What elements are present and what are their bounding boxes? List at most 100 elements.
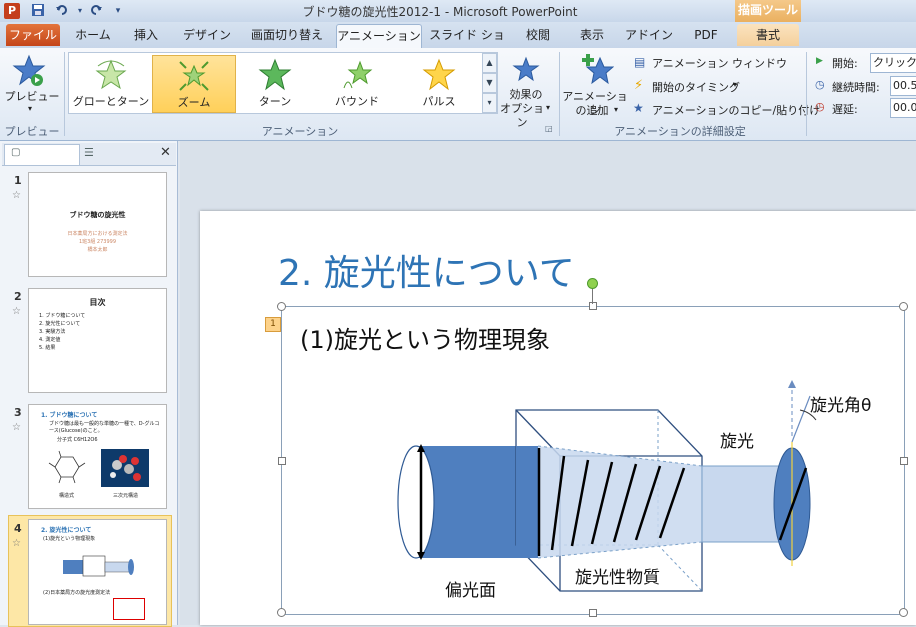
label-polarizing-plane[interactable]: 偏光面 bbox=[445, 576, 496, 601]
start-label: 開始: bbox=[832, 57, 858, 70]
resize-handle[interactable] bbox=[277, 608, 286, 617]
add-animation-button[interactable] bbox=[580, 52, 615, 89]
anim-bounce-label: バウンド bbox=[335, 95, 379, 108]
tab-view[interactable]: 表示 bbox=[570, 24, 614, 46]
tab-home[interactable]: ホーム bbox=[70, 24, 116, 46]
advanced-group-label: アニメーションの詳細設定 bbox=[614, 125, 746, 138]
tab-insert[interactable]: 挿入 bbox=[126, 24, 166, 46]
label-optical-rotation[interactable]: 旋光 bbox=[720, 427, 754, 452]
add-animation-label-2[interactable]: の追加 bbox=[566, 104, 618, 118]
start-icon: ▶ bbox=[816, 56, 823, 66]
add-animation-dropdown-icon[interactable]: ▾ bbox=[614, 105, 618, 114]
undo-icon[interactable] bbox=[54, 3, 70, 19]
outline-tab-icon[interactable]: ☰ bbox=[84, 146, 94, 159]
delay-label: 遅延: bbox=[832, 103, 858, 116]
preview-button[interactable] bbox=[12, 54, 46, 91]
turn-star-icon bbox=[258, 58, 292, 91]
resize-handle[interactable] bbox=[278, 457, 286, 465]
group-divider bbox=[559, 52, 560, 136]
redo-icon[interactable] bbox=[88, 3, 104, 19]
gallery-scroll-up[interactable]: ▲ bbox=[482, 53, 497, 73]
effect-options-dropdown-icon[interactable]: ▾ bbox=[546, 103, 550, 112]
tab-format[interactable]: 書式 bbox=[737, 24, 799, 46]
star-play-icon bbox=[12, 54, 46, 86]
tab-slideshow[interactable]: スライド ショー bbox=[426, 24, 508, 64]
resize-handle[interactable] bbox=[589, 302, 597, 310]
preview-label[interactable]: プレビュー bbox=[2, 90, 62, 104]
thumb2-line1: 1. ブドウ糖について bbox=[39, 313, 86, 319]
rotation-handle[interactable] bbox=[587, 278, 598, 289]
effect-options-label-2[interactable]: オプション bbox=[496, 102, 548, 130]
resize-handle[interactable] bbox=[589, 609, 597, 617]
resize-handle[interactable] bbox=[899, 302, 908, 311]
duration-input[interactable]: 00.5 bbox=[890, 76, 916, 96]
animation-pane-button[interactable]: アニメーション ウィンドウ bbox=[652, 55, 787, 71]
anim-turn[interactable]: ターン bbox=[234, 55, 316, 111]
tab-file[interactable]: ファイル bbox=[6, 24, 60, 46]
close-pane-icon[interactable]: ✕ bbox=[160, 145, 171, 160]
slide-thumbnail-2[interactable]: 目次 1. ブドウ糖について 2. 旋光性について 3. 実験方法 4. 測定値… bbox=[28, 288, 167, 393]
drawing-tools-contextual-label: 描画ツール bbox=[735, 0, 801, 22]
anim-pulse[interactable]: パルス bbox=[398, 55, 480, 111]
anim-zoom-label: ズーム bbox=[177, 96, 211, 109]
thumb1-line2: 1班3組 273999 bbox=[78, 239, 117, 245]
tab-slides-view[interactable]: ▢ bbox=[4, 144, 80, 166]
thumb2-title: 目次 bbox=[89, 298, 106, 307]
tab-review[interactable]: 校閲 bbox=[518, 24, 558, 46]
label-optical-material[interactable]: 旋光性物質 bbox=[575, 563, 660, 588]
animation-order-tag[interactable]: 1 bbox=[265, 317, 281, 332]
slide-number-2: 2 bbox=[14, 290, 22, 303]
thumb2-line2: 2. 旋光性について bbox=[39, 321, 81, 327]
gallery-more[interactable]: ▾ bbox=[482, 93, 497, 113]
resize-handle[interactable] bbox=[899, 608, 908, 617]
resize-handle[interactable] bbox=[277, 302, 286, 311]
dialog-launcher-icon[interactable]: ◲ bbox=[545, 124, 553, 133]
resize-handle[interactable] bbox=[900, 457, 908, 465]
delay-input[interactable]: 00.0 bbox=[890, 98, 916, 118]
thumb4-line2: (2)日本薬局方の旋光度測定法 bbox=[43, 590, 111, 596]
thumb2-line4: 4. 測定値 bbox=[39, 337, 61, 343]
powerpoint-app-icon[interactable]: P bbox=[4, 3, 20, 19]
tab-addins[interactable]: アドイン bbox=[624, 24, 674, 46]
animation-painter-button[interactable]: アニメーションのコピー/貼り付け bbox=[652, 102, 820, 118]
thumb3-title: 1. ブドウ糖について bbox=[41, 412, 98, 419]
undo-dropdown-icon[interactable]: ▾ bbox=[72, 3, 88, 19]
preview-group-label: プレビュー bbox=[4, 125, 60, 138]
thumb4-diagram bbox=[63, 555, 134, 577]
tab-pdf[interactable]: PDF bbox=[684, 24, 728, 46]
slide-title[interactable]: 2. 旋光性について bbox=[278, 244, 575, 296]
tab-transitions[interactable]: 画面切り替え bbox=[246, 24, 328, 46]
zoom-star-icon bbox=[179, 61, 209, 91]
tab-design[interactable]: デザイン bbox=[180, 24, 234, 46]
tab-animations[interactable]: アニメーション bbox=[336, 24, 422, 48]
preview-dropdown-icon[interactable]: ▾ bbox=[28, 104, 32, 113]
thumb1-line1: 日本薬局方における測定法 bbox=[67, 231, 128, 237]
save-icon[interactable] bbox=[30, 3, 46, 19]
slide-thumbnail-3[interactable]: 1. ブドウ糖について ブドウ糖は最も一般的な単糖の一種で、D-グルコース(Gl… bbox=[28, 404, 167, 509]
slide-thumbnail-1[interactable]: ブドウ糖の旋光性 日本薬局方における測定法 1班3組 273999 橋本太郎 bbox=[28, 172, 167, 277]
customize-qat-dropdown-icon[interactable]: ▾ bbox=[110, 3, 126, 19]
slide-number-1: 1 bbox=[14, 174, 22, 187]
anim-glow-turn[interactable]: グローとターン bbox=[70, 55, 152, 111]
group-divider bbox=[806, 52, 807, 136]
effect-options-button[interactable] bbox=[512, 56, 540, 87]
effect-options-label-1[interactable]: 効果の bbox=[496, 88, 556, 102]
gallery-scroll-down[interactable]: ▼ bbox=[482, 73, 497, 93]
slide-thumbnail-4[interactable]: 2. 旋光性について (1)旋光という物理現象 (2)日本薬局方の旋光度測定法 bbox=[28, 519, 167, 625]
transition-star-icon: ☆ bbox=[12, 306, 21, 317]
trigger-dropdown-icon[interactable]: ▾ bbox=[733, 80, 737, 89]
trigger-button[interactable]: 開始のタイミング bbox=[652, 79, 740, 95]
transition-star-icon: ☆ bbox=[12, 190, 21, 201]
anim-zoom[interactable]: ズーム bbox=[152, 55, 236, 113]
start-select[interactable]: クリック時 bbox=[870, 53, 916, 73]
window-title: ブドウ糖の旋光性2012-1 - Microsoft PowerPoint bbox=[302, 5, 578, 19]
anim-bounce[interactable]: バウンド bbox=[316, 55, 398, 111]
thumb4-red-box bbox=[113, 598, 145, 620]
label-rotation-angle[interactable]: 旋光角θ bbox=[810, 391, 871, 416]
slide-subtitle[interactable]: (1)旋光という物理現象 bbox=[300, 320, 550, 355]
thumb2-line3: 3. 実験方法 bbox=[39, 329, 66, 335]
animation-group-label: アニメーション bbox=[261, 125, 339, 138]
animation-pane-icon: ▤ bbox=[634, 55, 646, 69]
thumb2-line5: 5. 結果 bbox=[39, 345, 56, 351]
slides-tab-icon: ▢ bbox=[11, 147, 21, 158]
